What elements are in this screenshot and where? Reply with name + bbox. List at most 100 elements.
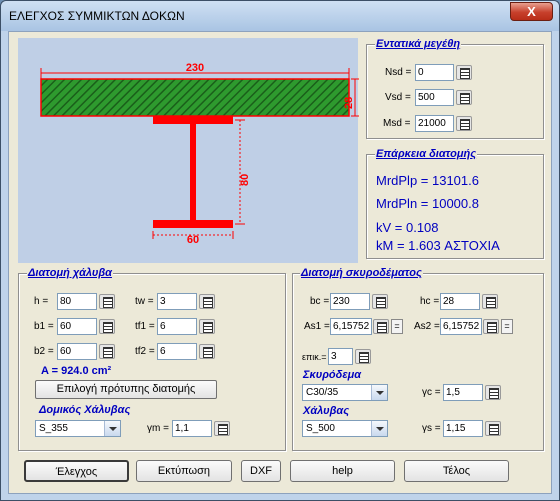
as1-calculator-icon[interactable] bbox=[373, 319, 389, 334]
h-input[interactable] bbox=[58, 294, 96, 309]
tw-input[interactable] bbox=[158, 294, 196, 309]
as1-equals-button[interactable]: = bbox=[391, 319, 403, 334]
rebar-steel-label: Χάλυβας bbox=[303, 405, 350, 417]
steel-grade-value: S_355 bbox=[39, 423, 68, 434]
check-button[interactable]: Έλεγχος bbox=[24, 460, 129, 482]
rebar-grade-value: S_500 bbox=[306, 423, 335, 434]
concrete-section-title: Διατομή σκυροδέματος bbox=[300, 267, 423, 279]
as1-field[interactable] bbox=[330, 318, 372, 335]
as1-input[interactable] bbox=[331, 319, 371, 334]
tf1-field[interactable] bbox=[157, 318, 197, 335]
hc-calculator-icon[interactable] bbox=[482, 294, 498, 309]
gc-field[interactable] bbox=[443, 384, 483, 401]
tw-calculator-icon[interactable] bbox=[199, 294, 215, 309]
structural-steel-label: Δομικός Χάλυβας bbox=[39, 404, 131, 416]
tw-label: tw = bbox=[135, 296, 154, 307]
bc-label: bc = bbox=[310, 296, 330, 307]
section-drawing-svg: 230 28 80 60 bbox=[40, 62, 359, 246]
b1-input[interactable] bbox=[58, 319, 96, 334]
b1-calculator-icon[interactable] bbox=[99, 319, 115, 334]
concrete-slab bbox=[40, 78, 350, 117]
gs-field[interactable] bbox=[443, 420, 483, 437]
msd-calculator-icon[interactable] bbox=[456, 116, 472, 131]
mrdplp-result: MrdPlp = 13101.6 bbox=[376, 173, 479, 188]
client-area: 230 28 80 60 Εντατικά μεγέθη Nsd = 0 Vsd… bbox=[8, 31, 552, 494]
vsd-field[interactable] bbox=[415, 89, 454, 106]
area-result: A = 924.0 cm² bbox=[41, 365, 112, 377]
hc-input[interactable] bbox=[441, 294, 479, 309]
tf2-calculator-icon[interactable] bbox=[199, 344, 215, 359]
end-button[interactable]: Τέλος bbox=[404, 460, 509, 482]
cover-label: επικ.= bbox=[302, 352, 327, 362]
cover-calculator-icon[interactable] bbox=[355, 349, 371, 364]
as2-field[interactable] bbox=[440, 318, 482, 335]
nsd-label: Nsd = bbox=[385, 67, 412, 78]
print-button[interactable]: Εκτύπωση bbox=[136, 460, 232, 482]
section-drawing: 230 28 80 60 bbox=[18, 38, 359, 263]
h-label: h = bbox=[34, 296, 49, 307]
steel-grade-select[interactable]: S_355 bbox=[35, 420, 121, 437]
forces-title: Εντατικά μεγέθη bbox=[375, 38, 462, 50]
as2-input[interactable] bbox=[441, 319, 481, 334]
bc-calculator-icon[interactable] bbox=[372, 294, 388, 309]
tf2-input[interactable] bbox=[158, 344, 196, 359]
dxf-button[interactable]: DXF bbox=[241, 460, 281, 482]
chevron-down-icon[interactable] bbox=[371, 421, 387, 436]
b1-field[interactable] bbox=[57, 318, 97, 335]
top-flange bbox=[153, 116, 233, 124]
help-button[interactable]: help bbox=[290, 460, 395, 482]
rebar-grade-select[interactable]: S_500 bbox=[302, 420, 388, 437]
gc-label: γc = bbox=[422, 387, 441, 398]
nsd-calculator-icon[interactable] bbox=[456, 65, 472, 80]
bc-input[interactable] bbox=[331, 294, 369, 309]
web bbox=[190, 124, 196, 220]
as2-equals-button[interactable]: = bbox=[501, 319, 513, 334]
nsd-input[interactable] bbox=[416, 65, 453, 80]
capacity-title: Επάρκεια διατομής bbox=[375, 148, 478, 160]
b2-calculator-icon[interactable] bbox=[99, 344, 115, 359]
b2-field[interactable] bbox=[57, 343, 97, 360]
cover-field[interactable] bbox=[328, 348, 353, 365]
hc-field[interactable] bbox=[440, 293, 480, 310]
vsd-calculator-icon[interactable] bbox=[456, 90, 472, 105]
chevron-down-icon[interactable] bbox=[371, 385, 387, 400]
main-window: ΕΛΕΓΧΟΣ ΣΥΜΜΙΚΤΩΝ ΔΟΚΩΝ X 230 28 80 60 Ε… bbox=[0, 0, 560, 501]
concrete-label: Σκυρόδεμα bbox=[303, 369, 362, 381]
gm-calculator-icon[interactable] bbox=[214, 421, 230, 436]
capacity-panel: MrdPlp = 13101.6 MrdPln = 10000.8 kV = 0… bbox=[366, 154, 544, 259]
gm-input[interactable] bbox=[173, 421, 211, 436]
standard-section-button[interactable]: Επιλογή πρότυπης διατομής bbox=[35, 380, 217, 399]
cover-input[interactable] bbox=[329, 349, 352, 364]
slab-height-dim: 28 bbox=[343, 97, 355, 109]
h-field[interactable] bbox=[57, 293, 97, 310]
kv-result: kV = 0.108 bbox=[376, 220, 439, 235]
gc-input[interactable] bbox=[444, 385, 482, 400]
tf2-label: tf2 = bbox=[135, 346, 155, 357]
tf2-field[interactable] bbox=[157, 343, 197, 360]
as2-label: As2 = bbox=[414, 321, 440, 332]
bottom-flange bbox=[153, 220, 233, 228]
gm-field[interactable] bbox=[172, 420, 212, 437]
window-title: ΕΛΕΓΧΟΣ ΣΥΜΜΙΚΤΩΝ ΔΟΚΩΝ bbox=[9, 9, 185, 23]
chevron-down-icon[interactable] bbox=[104, 421, 120, 436]
tf1-input[interactable] bbox=[158, 319, 196, 334]
tw-field[interactable] bbox=[157, 293, 197, 310]
h-calculator-icon[interactable] bbox=[99, 294, 115, 309]
vsd-input[interactable] bbox=[416, 90, 453, 105]
msd-input[interactable] bbox=[416, 116, 453, 131]
b2-label: b2 = bbox=[34, 346, 54, 357]
tf1-calculator-icon[interactable] bbox=[199, 319, 215, 334]
msd-field[interactable] bbox=[415, 115, 454, 132]
nsd-field[interactable] bbox=[415, 64, 454, 81]
mrdpln-result: MrdPln = 10000.8 bbox=[376, 196, 479, 211]
gc-calculator-icon[interactable] bbox=[485, 385, 501, 400]
as2-calculator-icon[interactable] bbox=[483, 319, 499, 334]
gs-calculator-icon[interactable] bbox=[485, 421, 501, 436]
close-button[interactable]: X bbox=[510, 2, 553, 21]
km-result: kM = 1.603 ΑΣΤΟΧΙΑ bbox=[376, 238, 500, 253]
title-bar: ΕΛΕΓΧΟΣ ΣΥΜΜΙΚΤΩΝ ΔΟΚΩΝ X bbox=[1, 1, 559, 31]
concrete-grade-select[interactable]: C30/35 bbox=[302, 384, 388, 401]
bc-field[interactable] bbox=[330, 293, 370, 310]
b2-input[interactable] bbox=[58, 344, 96, 359]
gs-input[interactable] bbox=[444, 421, 482, 436]
